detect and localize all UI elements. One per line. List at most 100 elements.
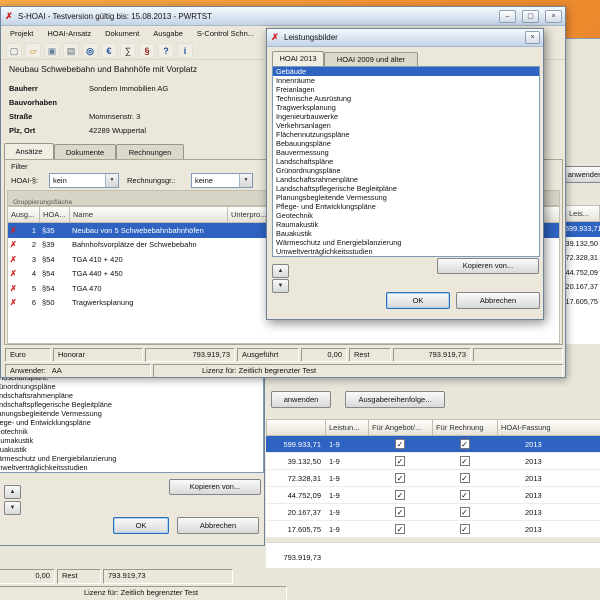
list-item[interactable]: Tragwerksplanung bbox=[273, 103, 539, 112]
list-item[interactable]: Bebauungspläne bbox=[273, 139, 539, 148]
move-up-button[interactable]: ▲ bbox=[4, 485, 21, 499]
move-down-button[interactable]: ▼ bbox=[272, 279, 289, 293]
preview-icon[interactable]: ◎ bbox=[82, 43, 98, 58]
chevron-down-icon[interactable]: ▼ bbox=[239, 174, 252, 187]
list-item[interactable]: Landschaftspflegerische Begleitpläne bbox=[0, 400, 263, 409]
maximize-button[interactable]: ▢ bbox=[522, 10, 539, 23]
list-item[interactable]: Bauvermessung bbox=[273, 148, 539, 157]
list-item[interactable]: Ingenieurbauwerke bbox=[273, 112, 539, 121]
list-item[interactable]: Umweltverträglichkeitsstudien bbox=[0, 463, 263, 472]
euro-icon[interactable]: € bbox=[101, 43, 117, 58]
list-item[interactable]: Innenräume bbox=[273, 76, 539, 85]
list-item[interactable]: Raumakustik bbox=[0, 436, 263, 445]
checkbox-offer[interactable]: ✓ bbox=[395, 439, 405, 449]
tab-ansaetze[interactable]: Ansätze bbox=[4, 143, 54, 159]
delete-row-icon[interactable]: ✗ bbox=[8, 226, 20, 235]
table-row[interactable]: 72.328,31 1-9 ✓ ✓ 2013 bbox=[266, 470, 600, 487]
chevron-down-icon[interactable]: ▼ bbox=[105, 174, 118, 187]
list-item[interactable]: Flächennutzungspläne bbox=[273, 130, 539, 139]
checkbox-offer[interactable]: ✓ bbox=[395, 490, 405, 500]
close-icon[interactable]: × bbox=[525, 31, 540, 44]
list-item[interactable]: Wärmeschutz und Energiebilanzierung bbox=[273, 238, 539, 247]
checkbox-invoice[interactable]: ✓ bbox=[460, 524, 470, 534]
column-amount[interactable] bbox=[267, 420, 326, 435]
checkbox-offer[interactable]: ✓ bbox=[395, 507, 405, 517]
list-item[interactable]: Geotechnik bbox=[273, 211, 539, 220]
copy-icon[interactable]: ▣ bbox=[44, 43, 60, 58]
table-row[interactable]: 39.132,50 1-9 ✓ ✓ 2013 bbox=[266, 453, 600, 470]
list-item[interactable]: Landschaftsrahmenpläne bbox=[0, 391, 263, 400]
list-item[interactable]: Landschaftsrahmenpläne bbox=[273, 175, 539, 184]
checkbox-invoice[interactable]: ✓ bbox=[460, 456, 470, 466]
menu-dokument[interactable]: Dokument bbox=[98, 26, 146, 41]
grid-column-header[interactable]: Leis... bbox=[565, 205, 600, 222]
column-fuer-rechnung[interactable]: Für Rechnung bbox=[433, 420, 498, 435]
menu-ausgabe[interactable]: Ausgabe bbox=[146, 26, 190, 41]
move-down-button[interactable]: ▼ bbox=[4, 501, 21, 515]
checkbox-offer[interactable]: ✓ bbox=[395, 456, 405, 466]
checkbox-offer[interactable]: ✓ bbox=[395, 524, 405, 534]
checkbox-offer[interactable]: ✓ bbox=[395, 473, 405, 483]
anwenden-button[interactable]: anwenden bbox=[271, 391, 331, 408]
list-item[interactable]: Raumakustik bbox=[273, 220, 539, 229]
ok-button[interactable]: OK bbox=[386, 292, 450, 309]
move-up-button[interactable]: ▲ bbox=[272, 264, 289, 278]
list-item[interactable]: Geotechnik bbox=[0, 427, 263, 436]
list-item[interactable]: Grünordnungspläne bbox=[273, 166, 539, 175]
list-item[interactable]: Freianlagen bbox=[273, 85, 539, 94]
cancel-button[interactable]: Abbrechen bbox=[177, 517, 259, 534]
list-item[interactable]: Grünordnungspläne bbox=[0, 382, 263, 391]
delete-row-icon[interactable]: ✗ bbox=[8, 240, 20, 249]
column-name[interactable]: Name bbox=[70, 207, 228, 222]
open-folder-icon[interactable]: ▱ bbox=[25, 43, 41, 58]
column-leistungsphasen[interactable]: Leistun... bbox=[326, 420, 369, 435]
minimize-button[interactable]: – bbox=[499, 10, 516, 23]
column-fuer-angebot[interactable]: Für Angebot/... bbox=[369, 420, 433, 435]
close-button[interactable]: × bbox=[545, 10, 562, 23]
delete-row-icon[interactable]: ✗ bbox=[8, 298, 20, 307]
delete-row-icon[interactable]: ✗ bbox=[8, 284, 20, 293]
column-hoai[interactable]: HOA... bbox=[40, 207, 70, 222]
list-item[interactable]: Umweltverträglichkeitsstudien bbox=[273, 247, 539, 256]
list-item[interactable]: Bauakustik bbox=[0, 445, 263, 454]
new-document-icon[interactable]: ▢ bbox=[6, 43, 22, 58]
ok-button[interactable]: OK bbox=[113, 517, 169, 534]
hoai-paragraph-select[interactable]: kein ▼ bbox=[49, 173, 119, 188]
list-item[interactable]: Planungsbegleitende Vermessung bbox=[0, 409, 263, 418]
menu-hoai-ansatz[interactable]: HOAI-Ansatz bbox=[40, 26, 98, 41]
list-item[interactable]: Gebäude bbox=[273, 67, 539, 76]
anwenden-button[interactable]: anwenden bbox=[562, 166, 600, 183]
table-row[interactable]: 599.933,71 1-9 ✓ ✓ 2013 bbox=[266, 436, 600, 453]
menu-projekt[interactable]: Projekt bbox=[3, 26, 40, 41]
paragraph-icon[interactable]: § bbox=[139, 43, 155, 58]
kopieren-von-button[interactable]: Kopieren von... bbox=[169, 479, 261, 495]
list-item[interactable]: Landschaftspflegerische Begleitpläne bbox=[273, 184, 539, 193]
delete-row-icon[interactable]: ✗ bbox=[8, 269, 20, 278]
checkbox-invoice[interactable]: ✓ bbox=[460, 490, 470, 500]
tab-rechnungen[interactable]: Rechnungen bbox=[116, 144, 184, 160]
rechnungsgruppe-select[interactable]: keine ▼ bbox=[191, 173, 253, 188]
delete-row-icon[interactable]: ✗ bbox=[8, 255, 20, 264]
print-icon[interactable]: ▤ bbox=[63, 43, 79, 58]
checkbox-invoice[interactable]: ✓ bbox=[460, 439, 470, 449]
menu-s-control[interactable]: S-Control Schn... bbox=[190, 26, 261, 41]
list-item[interactable]: Pflege- und Entwicklungspläne bbox=[273, 202, 539, 211]
checkbox-invoice[interactable]: ✓ bbox=[460, 473, 470, 483]
help-icon[interactable]: ? bbox=[158, 43, 174, 58]
table-row[interactable]: 20.167,37 1-9 ✓ ✓ 2013 bbox=[266, 504, 600, 521]
table-row[interactable]: 17.605,75 1-9 ✓ ✓ 2013 bbox=[266, 521, 600, 538]
cancel-button[interactable]: Abbrechen bbox=[456, 292, 540, 309]
list-item[interactable]: Technische Ausrüstung bbox=[273, 94, 539, 103]
column-ausgabe[interactable]: Ausg... bbox=[8, 207, 40, 222]
list-item[interactable]: Landschaftspläne bbox=[273, 157, 539, 166]
tab-hoai-2009[interactable]: HOAI 2009 und älter bbox=[324, 52, 418, 66]
table-row[interactable]: 44.752,09 1-9 ✓ ✓ 2013 bbox=[266, 487, 600, 504]
tab-hoai-2013[interactable]: HOAI 2013 bbox=[272, 51, 324, 66]
checkbox-invoice[interactable]: ✓ bbox=[460, 507, 470, 517]
list-item[interactable]: Verkehrsanlagen bbox=[273, 121, 539, 130]
column-hoai-fassung[interactable]: HOAI-Fassung bbox=[498, 420, 600, 435]
kopieren-von-button[interactable]: Kopieren von... bbox=[437, 258, 539, 274]
list-item[interactable]: Planungsbegleitende Vermessung bbox=[273, 193, 539, 202]
list-item[interactable]: Pflege- und Entwicklungspläne bbox=[0, 418, 263, 427]
ausgabereihenfolge-button[interactable]: Ausgabereihenfolge... bbox=[345, 391, 445, 408]
